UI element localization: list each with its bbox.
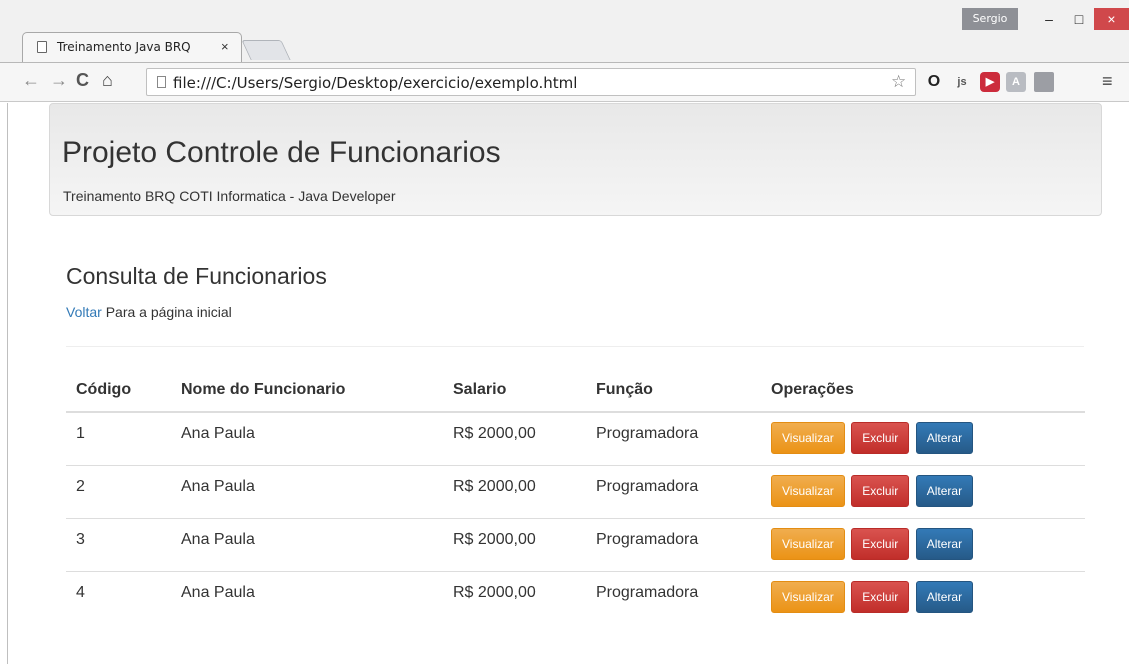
cell-role: Programadora: [586, 464, 761, 518]
minimize-button[interactable]: –: [1034, 8, 1064, 30]
extension-icon[interactable]: [1034, 72, 1054, 92]
header-code: Código: [66, 368, 171, 413]
js-extension-icon[interactable]: js: [952, 72, 972, 92]
browser-toolbar: ← → C ⌂ file:///C:/Users/Sergio/Desktop/…: [0, 62, 1129, 102]
page-title: Projeto Controle de Funcionarios: [62, 136, 501, 169]
page-viewport: Projeto Controle de Funcionarios Treinam…: [7, 103, 1129, 664]
table-header-row: Código Nome do Funcionario Salario Funçã…: [66, 368, 1085, 413]
cell-salary: R$ 2000,00: [443, 517, 586, 571]
back-row: Voltar Para a página inicial: [66, 304, 232, 320]
tab-title: Treinamento Java BRQ: [57, 40, 191, 54]
view-button[interactable]: Visualizar: [771, 474, 845, 507]
delete-button[interactable]: Excluir: [851, 580, 910, 613]
home-icon[interactable]: ⌂: [102, 70, 113, 91]
page-subtitle: Treinamento BRQ COTI Informatica - Java …: [63, 188, 396, 204]
maximize-button[interactable]: □: [1064, 8, 1094, 30]
opera-icon[interactable]: O: [924, 72, 944, 92]
cell-operations: Visualizar Excluir Alterar: [761, 517, 1085, 571]
table-row: 2 Ana Paula R$ 2000,00 Programadora Visu…: [66, 464, 1085, 518]
header-operations: Operações: [761, 368, 1085, 413]
edit-button[interactable]: Alterar: [915, 474, 974, 507]
tab-strip: Treinamento Java BRQ ×: [0, 0, 1129, 62]
reload-icon[interactable]: C: [76, 70, 89, 91]
cell-operations: Visualizar Excluir Alterar: [761, 570, 1085, 624]
cell-role: Programadora: [596, 425, 699, 442]
cell-operations: Visualizar Excluir Alterar: [761, 412, 1085, 465]
cell-salary: R$ 2000,00: [443, 464, 586, 518]
view-button[interactable]: Visualizar: [771, 422, 845, 454]
red-extension-icon[interactable]: ▶: [980, 72, 1000, 92]
header-name: Nome do Funcionario: [171, 368, 443, 413]
table-row: 3 Ana Paula R$ 2000,00 Programadora Visu…: [66, 517, 1085, 571]
browser-titlebar: Treinamento Java BRQ × Sergio – □ ×: [0, 0, 1129, 62]
cell-role: Programadora: [586, 570, 761, 624]
table-row: 1 Ana Paula R$ 2000,00 Programadora Visu…: [66, 412, 1085, 465]
cell-name: Ana Paula: [171, 464, 443, 518]
header-salary: Salario: [443, 368, 586, 413]
close-window-button[interactable]: ×: [1094, 8, 1129, 30]
menu-icon[interactable]: ≡: [1102, 71, 1113, 92]
cell-name: Ana Paula: [171, 570, 443, 624]
cell-name: Ana Paula: [171, 517, 443, 571]
edit-button[interactable]: Alterar: [915, 580, 974, 613]
cell-code: 1: [76, 425, 85, 442]
angular-icon[interactable]: A: [1006, 72, 1026, 92]
profile-badge[interactable]: Sergio: [962, 8, 1018, 30]
cell-code: 2: [66, 464, 171, 518]
delete-button[interactable]: Excluir: [851, 422, 910, 454]
cell-name: Ana Paula: [181, 425, 255, 442]
table-row: 4 Ana Paula R$ 2000,00 Programadora Visu…: [66, 570, 1085, 624]
address-bar[interactable]: file:///C:/Users/Sergio/Desktop/exercici…: [146, 68, 916, 96]
tab-close-icon[interactable]: ×: [221, 39, 229, 54]
delete-button[interactable]: Excluir: [851, 527, 910, 560]
cell-salary: R$ 2000,00: [453, 425, 536, 442]
header-role: Função: [586, 368, 761, 413]
delete-button[interactable]: Excluir: [851, 474, 910, 507]
new-tab-button[interactable]: [241, 40, 291, 60]
page-icon: [157, 76, 166, 88]
url-text[interactable]: file:///C:/Users/Sergio/Desktop/exercici…: [173, 74, 577, 92]
edit-button[interactable]: Alterar: [915, 527, 974, 560]
back-link[interactable]: Voltar: [66, 304, 102, 320]
jumbotron: Projeto Controle de Funcionarios Treinam…: [49, 103, 1102, 216]
cell-code: 3: [66, 517, 171, 571]
forward-arrow-icon[interactable]: →: [50, 70, 68, 91]
browser-tab[interactable]: Treinamento Java BRQ ×: [22, 32, 242, 62]
back-text: Para a página inicial: [101, 304, 232, 320]
back-arrow-icon[interactable]: ←: [22, 70, 40, 91]
employees-table: Código Nome do Funcionario Salario Funçã…: [66, 368, 1085, 624]
cell-salary: R$ 2000,00: [443, 570, 586, 624]
cell-code: 4: [66, 570, 171, 624]
view-button[interactable]: Visualizar: [771, 580, 845, 613]
page-icon: [37, 41, 47, 53]
cell-role: Programadora: [586, 517, 761, 571]
divider: [66, 346, 1084, 347]
edit-button[interactable]: Alterar: [915, 422, 974, 454]
view-button[interactable]: Visualizar: [771, 527, 845, 560]
star-icon[interactable]: ☆: [891, 72, 906, 92]
section-heading: Consulta de Funcionarios: [66, 263, 327, 289]
cell-operations: Visualizar Excluir Alterar: [761, 464, 1085, 518]
